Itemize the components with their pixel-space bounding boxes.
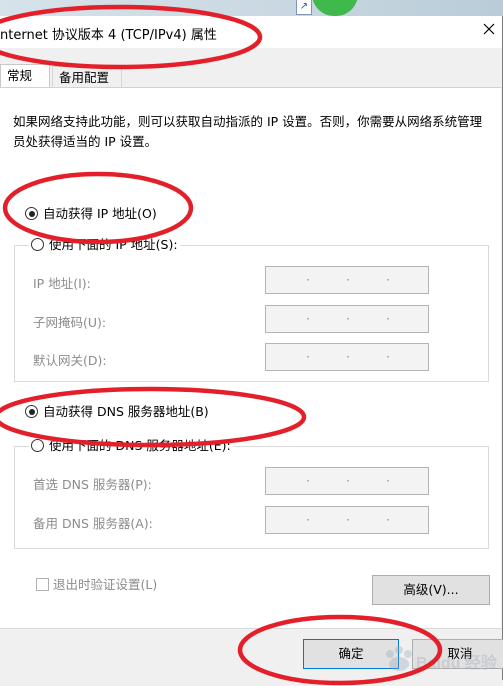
ip-address-row: IP 地址(I): · · · [33,266,483,296]
shortcut-arrow-icon: ↗ [296,0,312,15]
manual-dns-group: 使用下面的 DNS 服务器地址(E): 首选 DNS 服务器(P): · · · 备… [14,436,489,549]
radio-indicator[interactable] [31,238,44,251]
obtain-dns-auto-label: 自动获得 DNS 服务器地址(B) [43,404,209,419]
radio-indicator[interactable] [25,207,38,220]
obtain-ip-auto-radio[interactable]: 自动获得 IP 地址(O) [25,204,157,224]
use-dns-manual-radio[interactable]: 使用下面的 DNS 服务器地址(E): [29,436,233,456]
validate-on-exit-checkbox[interactable]: 退出时验证设置(L) [36,576,157,594]
preferred-dns-row: 首选 DNS 服务器(P): · · · [33,467,483,497]
alternate-dns-input[interactable]: · · · [265,506,429,534]
cancel-button[interactable]: 取消 [412,639,503,669]
desktop-app-icon [312,0,358,16]
description-text: 如果网络支持此功能，则可以获取自动指派的 IP 设置。否则，你需要从网络系统管理… [13,114,483,149]
general-tab-panel: 如果网络支持此功能，则可以获取自动指派的 IP 设置。否则，你需要从网络系统管理… [0,87,501,629]
title-bar: nternet 协议版本 4 (TCP/IPv4) 属性 [0,16,502,48]
ipv4-properties-dialog: nternet 协议版本 4 (TCP/IPv4) 属性 常规 备用配置 如果网… [0,16,503,680]
alternate-dns-row: 备用 DNS 服务器(A): · · · [33,506,483,536]
radio-indicator[interactable] [25,405,38,418]
window-title: nternet 协议版本 4 (TCP/IPv4) 属性 [0,28,217,43]
validate-on-exit-label: 退出时验证设置(L) [53,577,158,592]
subnet-mask-row: 子网掩码(U): · · · [33,305,483,335]
use-dns-manual-label: 使用下面的 DNS 服务器地址(E): [49,438,231,453]
advanced-button[interactable]: 高级(V)... [372,575,490,605]
default-gateway-row: 默认网关(D): · · · [33,343,483,373]
preferred-dns-label: 首选 DNS 服务器(P): [33,477,152,492]
default-gateway-label: 默认网关(D): [33,353,107,368]
ip-address-label: IP 地址(I): [33,276,91,291]
use-ip-manual-radio[interactable]: 使用下面的 IP 地址(S): [29,235,180,255]
default-gateway-input[interactable]: · · · [265,343,429,371]
alternate-dns-label: 备用 DNS 服务器(A): [33,516,153,531]
checkbox-indicator[interactable] [36,578,49,591]
subnet-mask-label: 子网掩码(U): [33,315,107,330]
tab-general[interactable]: 常规 [0,64,50,88]
obtain-ip-auto-label: 自动获得 IP 地址(O) [43,206,157,221]
preferred-dns-input[interactable]: · · · [265,467,429,495]
ok-button[interactable]: 确定 [303,639,399,669]
ip-address-input[interactable]: · · · [265,266,429,294]
desktop-background: ↗ [0,0,503,16]
obtain-dns-auto-radio[interactable]: 自动获得 DNS 服务器地址(B) [25,402,209,422]
tab-alternate-configuration[interactable]: 备用配置 [52,66,122,87]
use-ip-manual-label: 使用下面的 IP 地址(S): [49,237,178,252]
radio-indicator[interactable] [31,439,44,452]
subnet-mask-input[interactable]: · · · [265,305,429,333]
close-icon[interactable] [482,22,496,36]
manual-ip-group: 使用下面的 IP 地址(S): IP 地址(I): · · · 子网掩码(U): ·… [14,235,489,382]
